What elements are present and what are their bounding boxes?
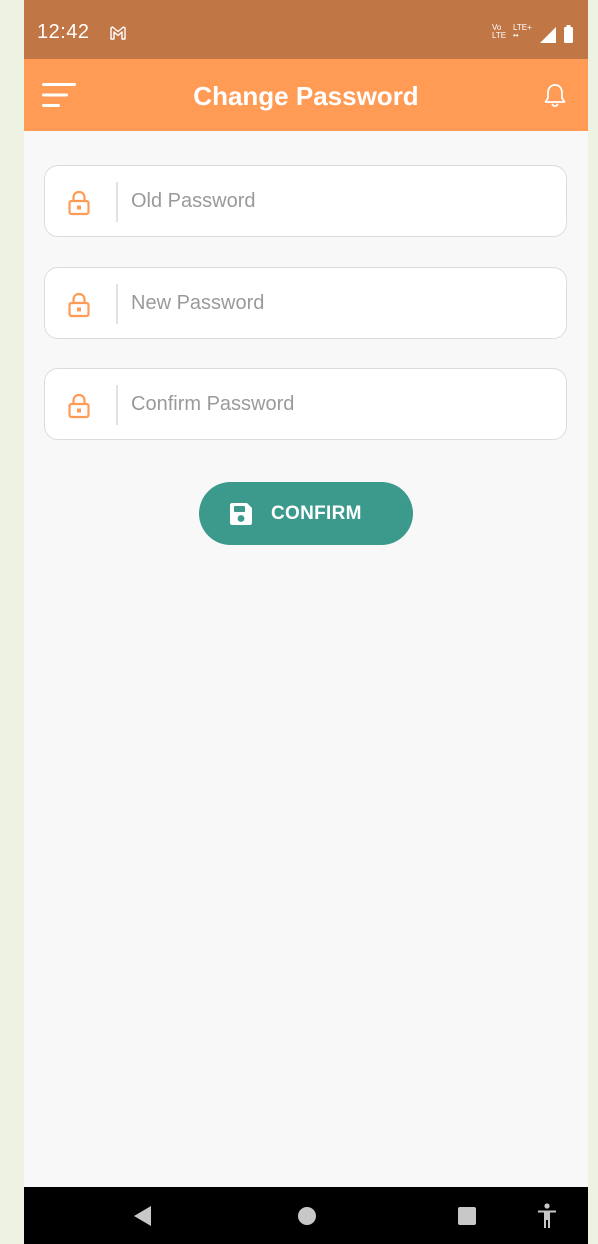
field-divider	[116, 284, 118, 324]
app-frame: 12:42 Vo LTE LTE+ •• Change Password Old…	[24, 0, 588, 1244]
lock-icon	[68, 393, 90, 419]
page-title: Change Password	[193, 81, 419, 111]
confirm-label: CONFIRM	[271, 503, 362, 524]
gmail-icon	[110, 26, 126, 40]
confirm-password-field[interactable]: Confirm Password	[44, 368, 567, 440]
battery-icon	[564, 25, 573, 43]
save-icon	[230, 503, 252, 525]
new-password-placeholder: New Password	[131, 292, 265, 314]
volte-icon: Vo LTE	[492, 24, 506, 40]
lock-icon	[68, 292, 90, 318]
volte-label-bottom: LTE	[492, 31, 507, 40]
recents-icon[interactable]	[458, 1207, 476, 1225]
home-icon[interactable]	[298, 1207, 316, 1225]
confirm-button[interactable]: CONFIRM	[199, 482, 413, 545]
lock-icon	[68, 190, 90, 216]
field-divider	[116, 182, 118, 222]
system-nav-bar	[24, 1187, 588, 1244]
status-time: 12:42	[37, 21, 90, 43]
lte-plus-icon: LTE+ ••	[513, 24, 532, 40]
back-icon[interactable]	[134, 1206, 151, 1226]
status-bar: 12:42 Vo LTE LTE+ ••	[24, 0, 588, 59]
old-password-field[interactable]: Old Password	[44, 165, 567, 237]
confirm-password-placeholder: Confirm Password	[131, 393, 295, 415]
signal-icon	[540, 27, 556, 43]
app-bar: Change Password	[24, 59, 588, 131]
new-password-field[interactable]: New Password	[44, 267, 567, 339]
accessibility-icon[interactable]	[536, 1203, 558, 1229]
bell-icon[interactable]	[543, 83, 567, 109]
old-password-placeholder: Old Password	[131, 190, 256, 212]
lte-plus-arrows: ••	[513, 31, 519, 40]
field-divider	[116, 385, 118, 425]
